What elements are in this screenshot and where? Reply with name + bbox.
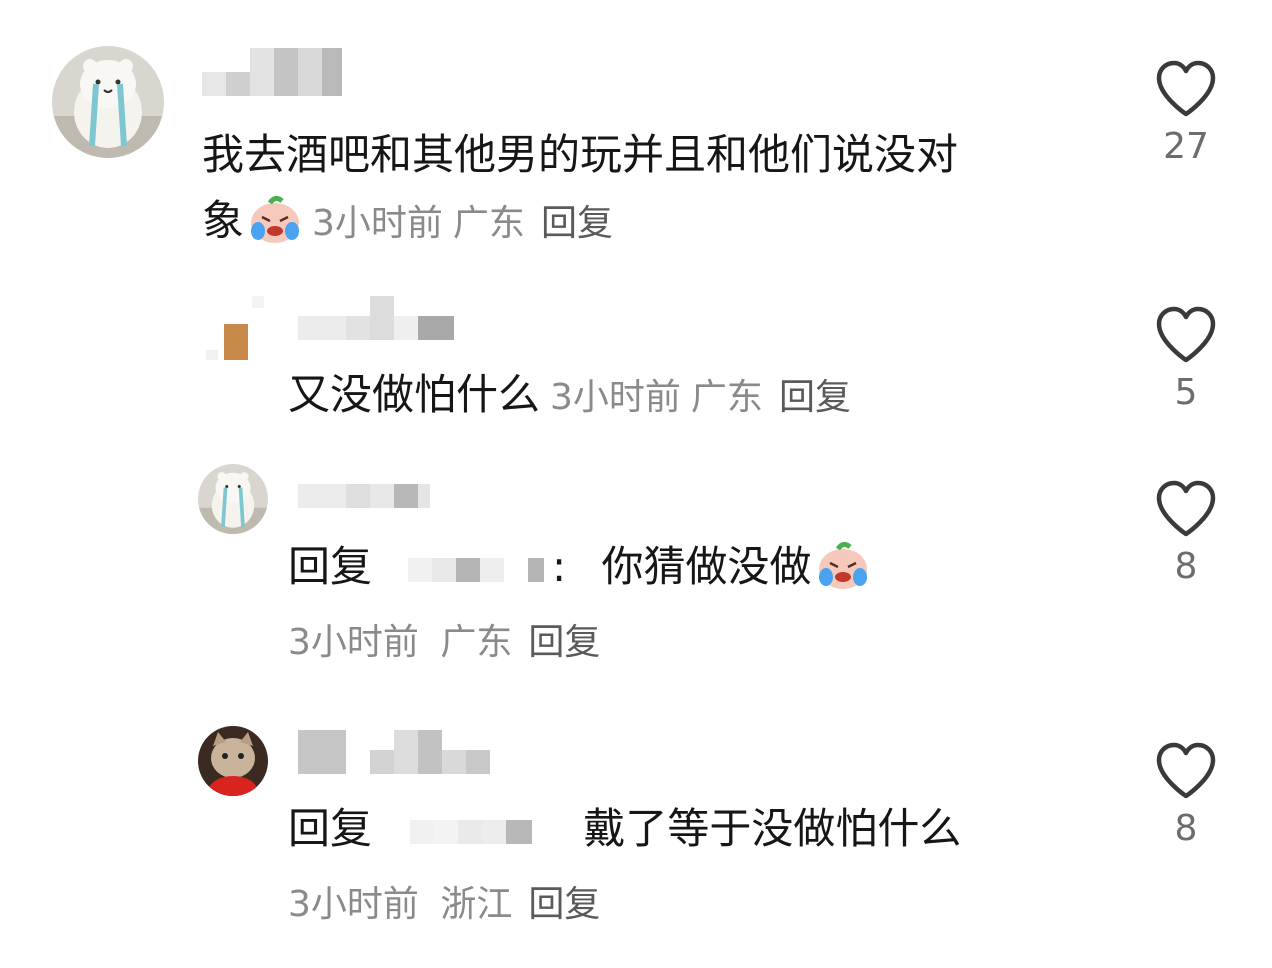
comment-body: 你猜做没做	[601, 542, 812, 591]
reply-button[interactable]: 回复	[779, 377, 851, 418]
comment-body: 戴了等于没做怕什么	[583, 804, 962, 853]
like-count: 8	[1174, 808, 1198, 849]
comment-text: 回复 戴了等于没做怕什么	[288, 796, 961, 862]
comment-meta: 3小时前 广东 回复	[288, 618, 600, 668]
like-control[interactable]: 27	[1146, 60, 1226, 167]
heart-outline-icon[interactable]	[1155, 306, 1217, 364]
comment-item: 回复 戴了等于没做怕什么 3小时前 浙江 回复 8	[0, 722, 1272, 962]
comment-body-continued: 象	[202, 196, 245, 245]
comment-time: 3小时前	[312, 203, 443, 244]
avatar[interactable]	[198, 464, 268, 534]
like-control[interactable]: 5	[1146, 306, 1226, 413]
username-redacted[interactable]	[202, 48, 342, 96]
avatar[interactable]	[200, 290, 268, 360]
comment-meta: 3小时前 浙江 回复	[288, 880, 600, 930]
comment-text: 又没做怕什么 3小时前 广东 回复	[288, 362, 851, 431]
like-control[interactable]: 8	[1146, 480, 1226, 587]
like-control[interactable]: 8	[1146, 742, 1226, 849]
like-count: 27	[1163, 126, 1209, 167]
like-count: 5	[1174, 372, 1198, 413]
comment-location: 浙江	[440, 884, 513, 925]
comment-location: 广东	[452, 203, 525, 244]
comment-location: 广东	[440, 622, 513, 663]
comment-text-line2: 象 3小时前 广东 回复	[202, 188, 613, 257]
comment-text: 我去酒吧和其他男的玩并且和他们说没对	[202, 122, 958, 188]
comment-item: 我去酒吧和其他男的玩并且和他们说没对 象 3小时前 广东 回复 27	[0, 0, 1272, 260]
comment-item: 又没做怕什么 3小时前 广东 回复 5	[0, 280, 1272, 440]
username-redacted[interactable]	[298, 484, 430, 508]
crying-laughing-sticker-icon	[248, 191, 302, 245]
username-redacted[interactable]	[298, 294, 454, 342]
comment-time: 3小时前	[288, 622, 419, 663]
reply-prefix: 回复	[288, 542, 373, 591]
comment-body: 又没做怕什么	[288, 370, 541, 419]
crying-laughing-sticker-icon	[816, 537, 870, 591]
mention-redacted[interactable]	[380, 557, 545, 582]
comment-location: 广东	[690, 377, 763, 418]
comment-time: 3小时前	[550, 377, 681, 418]
comment-text: 回复 : 你猜做没做	[288, 534, 870, 600]
reply-button[interactable]: 回复	[528, 622, 600, 663]
heart-outline-icon[interactable]	[1155, 742, 1217, 800]
comment-item: 回复 : 你猜做没做 3小时前 广东 回复 8	[0, 460, 1272, 680]
reply-button[interactable]: 回复	[541, 203, 613, 244]
reply-prefix: 回复	[288, 804, 373, 853]
comment-body: 我去酒吧和其他男的玩并且和他们说没对	[202, 130, 959, 179]
heart-outline-icon[interactable]	[1155, 60, 1217, 118]
avatar[interactable]	[198, 726, 268, 796]
mention-redacted[interactable]	[380, 819, 533, 844]
comment-time: 3小时前	[288, 884, 419, 925]
username-redacted[interactable]	[298, 730, 490, 774]
reply-colon: :	[552, 542, 567, 591]
like-count: 8	[1174, 546, 1198, 587]
reply-button[interactable]: 回复	[528, 884, 600, 925]
heart-outline-icon[interactable]	[1155, 480, 1217, 538]
avatar[interactable]	[52, 46, 164, 158]
